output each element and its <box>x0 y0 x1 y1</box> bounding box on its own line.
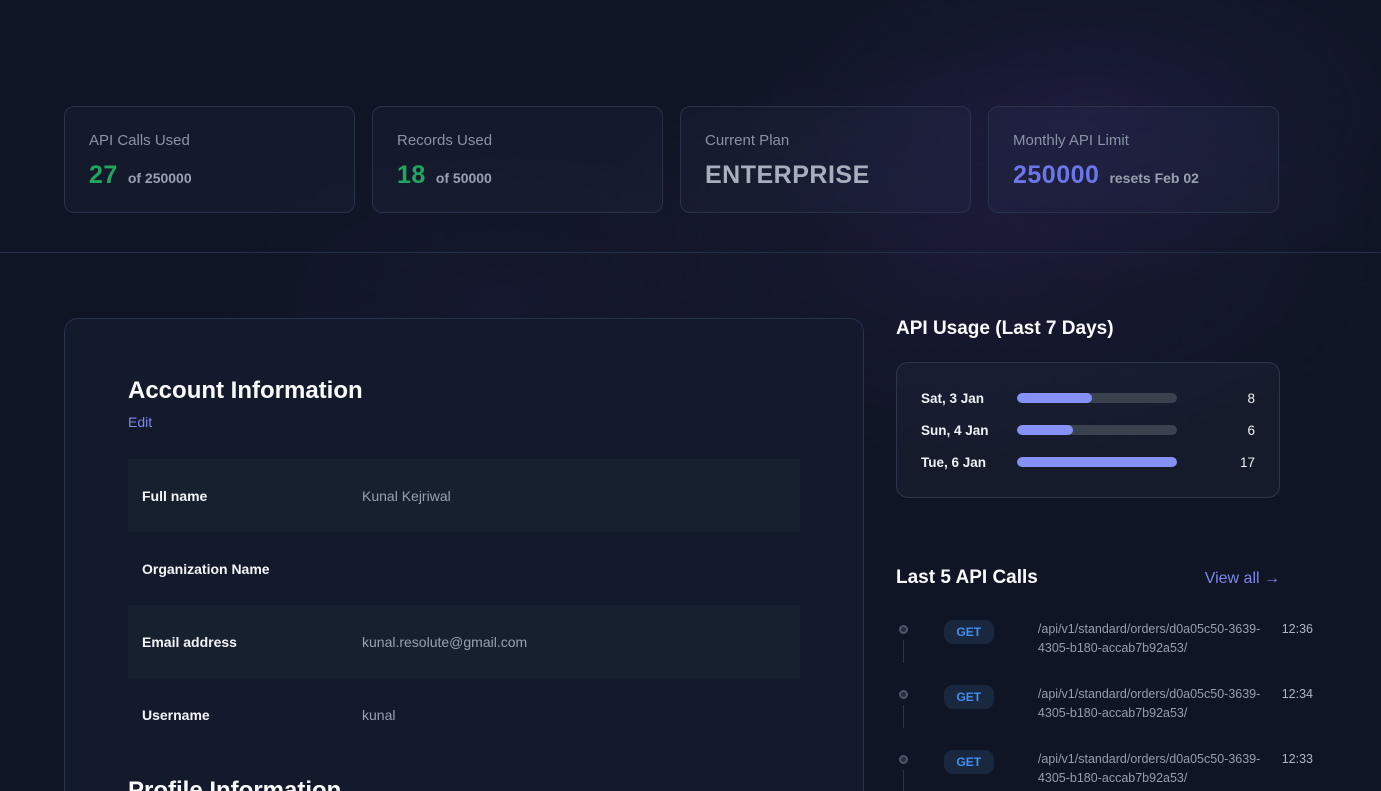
method-badge: GET <box>944 685 994 709</box>
api-call-row: GET /api/v1/standard/orders/d0a05c50-363… <box>896 685 1313 750</box>
stat-value: 250000 <box>1013 161 1099 190</box>
usage-bar-row: Tue, 6 Jan 17 <box>921 446 1255 478</box>
field-value: kunal <box>362 707 395 723</box>
profile-information-title: Profile Information <box>128 777 800 791</box>
timeline-connector <box>903 770 904 791</box>
calls-header: Last 5 API Calls View all → <box>896 567 1280 589</box>
stat-suffix: of 250000 <box>128 170 192 186</box>
stat-value-row: 250000 resets Feb 02 <box>1013 161 1254 190</box>
timeline-dot <box>899 625 908 634</box>
edit-link[interactable]: Edit <box>128 414 152 430</box>
api-call-row: GET /api/v1/standard/orders/d0a05c50-363… <box>896 620 1313 685</box>
usage-bar-row: Sun, 4 Jan 6 <box>921 414 1255 446</box>
api-call-row: GET /api/v1/standard/orders/d0a05c50-363… <box>896 750 1313 791</box>
call-path: /api/v1/standard/orders/d0a05c50-3639-43… <box>1038 620 1282 659</box>
api-usage-title: API Usage (Last 7 Days) <box>896 318 1313 340</box>
stat-card: Records Used 18 of 50000 <box>372 106 663 213</box>
method-badge: GET <box>944 750 994 774</box>
stat-card: Current Plan ENTERPRISE <box>680 106 971 213</box>
timeline-connector <box>903 640 904 663</box>
stat-label: Records Used <box>397 132 638 149</box>
field-label: Full name <box>142 488 362 504</box>
stat-value-row: 18 of 50000 <box>397 161 638 190</box>
usage-bar-fill <box>1017 425 1073 435</box>
stat-card: Monthly API Limit 250000 resets Feb 02 <box>988 106 1279 213</box>
field-label: Email address <box>142 634 362 650</box>
usage-bar-row: Sat, 3 Jan 8 <box>921 382 1255 414</box>
timeline-dot <box>899 690 908 699</box>
call-time: 12:34 <box>1282 685 1313 701</box>
call-path: /api/v1/standard/orders/d0a05c50-3639-43… <box>1038 685 1282 724</box>
usage-bar-value: 8 <box>1177 391 1255 406</box>
method-badge: GET <box>944 620 994 644</box>
usage-bar-fill <box>1017 393 1092 403</box>
stat-label: Monthly API Limit <box>1013 132 1254 149</box>
field-value: Kunal Kejriwal <box>362 488 451 504</box>
timeline-column <box>896 685 908 724</box>
api-calls-list: GET /api/v1/standard/orders/d0a05c50-363… <box>896 620 1313 791</box>
stat-value: 18 <box>397 161 426 190</box>
stat-value: 27 <box>89 161 118 190</box>
usage-bar-value: 6 <box>1177 423 1255 438</box>
field-row: Email address kunal.resolute@gmail.com <box>128 605 800 678</box>
usage-bar-label: Tue, 6 Jan <box>921 455 1017 470</box>
stat-label: Current Plan <box>705 132 946 149</box>
usage-bar-track <box>1017 425 1177 435</box>
stat-card: API Calls Used 27 of 250000 <box>64 106 355 213</box>
account-fields: Full name Kunal Kejriwal Organization Na… <box>128 459 800 751</box>
call-time: 12:33 <box>1282 750 1313 766</box>
stats-row: API Calls Used 27 of 250000 Records Used… <box>64 106 1317 213</box>
usage-stats-section: API Calls Used 27 of 250000 Records Used… <box>0 0 1381 253</box>
stat-value-row: 27 of 250000 <box>89 161 330 190</box>
stat-value-row: ENTERPRISE <box>705 161 946 190</box>
timeline-dot <box>899 755 908 764</box>
stat-value: ENTERPRISE <box>705 161 870 190</box>
timeline-column <box>896 620 908 659</box>
api-usage-card: Sat, 3 Jan 8 Sun, 4 Jan 6 Tue, 6 Jan <box>896 362 1280 498</box>
last-calls-title: Last 5 API Calls <box>896 567 1038 589</box>
call-time: 12:36 <box>1282 620 1313 636</box>
right-column: API Usage (Last 7 Days) Sat, 3 Jan 8 Sun… <box>896 318 1313 791</box>
call-path: /api/v1/standard/orders/d0a05c50-3639-43… <box>1038 750 1282 789</box>
timeline-connector <box>903 705 904 728</box>
usage-bar-fill <box>1017 457 1177 467</box>
main-content: Account Information Edit Full name Kunal… <box>0 253 1381 791</box>
field-label: Organization Name <box>142 561 362 577</box>
usage-bar-value: 17 <box>1177 455 1255 470</box>
usage-bar-track <box>1017 393 1177 403</box>
stat-label: API Calls Used <box>89 132 330 149</box>
timeline-column <box>896 750 908 789</box>
field-row: Username kunal <box>128 678 800 751</box>
stat-suffix: of 50000 <box>436 170 492 186</box>
field-row: Organization Name <box>128 532 800 605</box>
usage-bar-track <box>1017 457 1177 467</box>
stat-suffix: resets Feb 02 <box>1109 170 1199 186</box>
field-label: Username <box>142 707 362 723</box>
field-row: Full name Kunal Kejriwal <box>128 459 800 532</box>
usage-bar-label: Sat, 3 Jan <box>921 391 1017 406</box>
view-all-link[interactable]: View all → <box>1205 570 1280 588</box>
account-information-title: Account Information <box>128 377 800 405</box>
field-value: kunal.resolute@gmail.com <box>362 634 527 650</box>
account-panel: Account Information Edit Full name Kunal… <box>64 318 864 791</box>
usage-bar-label: Sun, 4 Jan <box>921 423 1017 438</box>
